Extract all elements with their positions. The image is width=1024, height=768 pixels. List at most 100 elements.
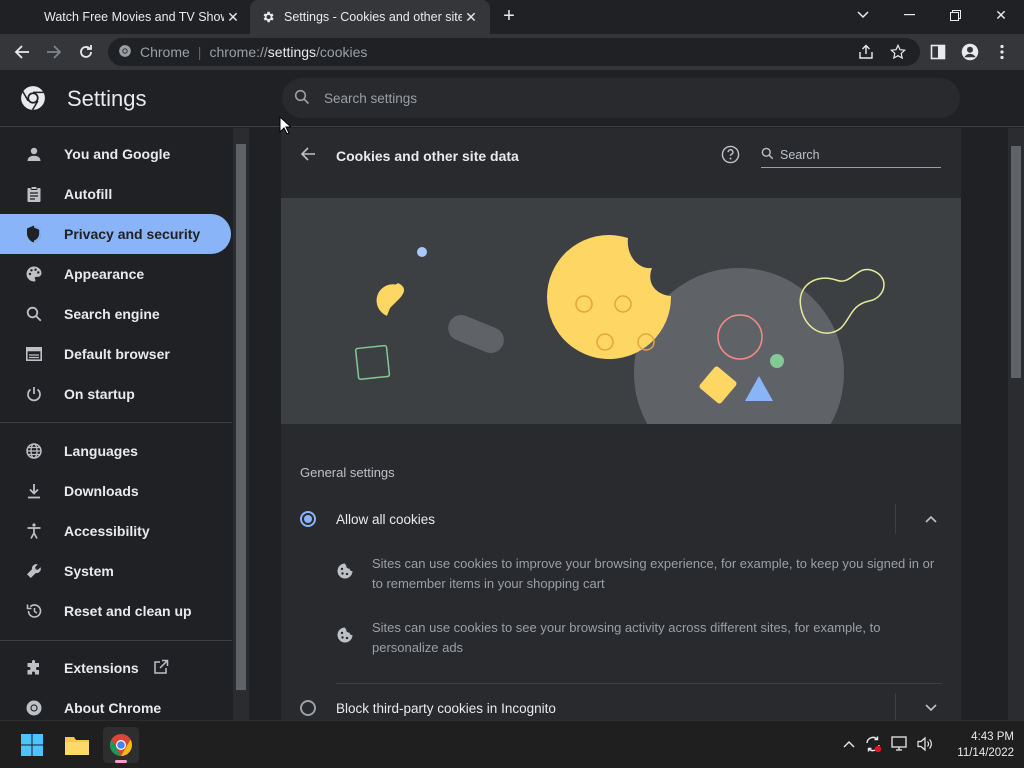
accessibility-icon <box>24 521 44 541</box>
allow-all-cookies-option[interactable]: Allow all cookies <box>300 507 942 531</box>
cookies-search-input[interactable]: Search <box>761 142 941 168</box>
sidebar-item-label: On startup <box>64 386 135 402</box>
restore-window-icon[interactable] <box>932 0 978 30</box>
open-in-new-icon <box>153 659 169 678</box>
close-icon[interactable]: ✕ <box>462 9 480 26</box>
new-tab-button[interactable]: + <box>498 5 520 27</box>
general-settings-heading: General settings <box>300 465 395 480</box>
address-bar[interactable]: Chrome | chrome://settings/cookies <box>108 38 920 66</box>
sidebar-item-label: Accessibility <box>64 523 150 539</box>
settings-header: Settings Search settings <box>0 70 1024 127</box>
search-icon <box>761 147 774 163</box>
omnibox-url: chrome://settings/cookies <box>209 44 368 60</box>
back-arrow-icon[interactable] <box>300 146 316 165</box>
reload-icon[interactable] <box>72 38 100 66</box>
tray-overflow-chevron-icon[interactable] <box>838 733 860 755</box>
cookies-illustration <box>281 198 961 424</box>
sidebar-item-you-and-google[interactable]: You and Google <box>0 134 231 174</box>
chrome-logo-icon <box>20 85 46 111</box>
clock-date: 11/14/2022 <box>957 747 1014 759</box>
close-window-icon[interactable]: ✕ <box>978 0 1024 30</box>
person-icon <box>24 144 44 164</box>
sidebar-scroll-thumb[interactable] <box>236 144 246 690</box>
help-icon[interactable] <box>721 145 740 167</box>
settings-search-input[interactable]: Search settings <box>282 78 960 118</box>
sidebar-item-label: Languages <box>64 443 138 459</box>
sidebar-item-default-browser[interactable]: Default browser <box>0 334 231 374</box>
chrome-taskbar-icon[interactable] <box>103 727 139 763</box>
minimize-icon[interactable] <box>886 0 932 30</box>
cookie-icon <box>336 626 356 646</box>
option-divider <box>336 683 942 684</box>
tab-movies[interactable]: Watch Free Movies and TV Shows ✕ <box>34 0 252 34</box>
block-third-party-incognito-radio[interactable] <box>300 700 316 716</box>
close-icon[interactable]: ✕ <box>224 9 242 26</box>
profile-avatar-icon[interactable] <box>956 38 984 66</box>
expand-chevron-icon[interactable] <box>921 698 941 718</box>
bookmark-star-icon[interactable] <box>884 38 912 66</box>
tab-title: Settings - Cookies and other site data <box>284 10 462 24</box>
shield-icon <box>24 224 44 244</box>
search-placeholder: Search <box>780 147 820 162</box>
tab-title: Watch Free Movies and TV Shows <box>44 10 224 24</box>
radio-label: Block third-party cookies in Incognito <box>336 700 556 716</box>
download-icon <box>24 481 44 501</box>
forward-icon[interactable] <box>40 38 68 66</box>
tab-strip: Watch Free Movies and TV Shows ✕ Setting… <box>0 0 1024 34</box>
palette-icon <box>24 264 44 284</box>
sidebar-item-label: Autofill <box>64 186 113 202</box>
subpage-title: Cookies and other site data <box>336 148 519 164</box>
gear-icon <box>260 9 276 25</box>
sidebar-item-label: System <box>64 563 114 579</box>
cookies-settings-panel: Cookies and other site data Search Gener… <box>281 128 961 720</box>
allow-all-cookies-radio[interactable] <box>300 511 316 527</box>
back-icon[interactable] <box>8 38 36 66</box>
page-scroll-thumb[interactable] <box>1011 146 1021 378</box>
windows-taskbar: 4:43 PM 11/14/2022 <box>0 720 1024 768</box>
sidebar-item-label: Extensions <box>64 660 139 676</box>
sidebar-item-label: Privacy and security <box>64 226 201 242</box>
sidebar-item-autofill[interactable]: Autofill <box>0 174 231 214</box>
sidebar-item-label: About Chrome <box>64 700 162 716</box>
sidebar-item-label: Reset and clean up <box>64 603 192 619</box>
sidebar-item-on-startup[interactable]: On startup <box>0 374 231 414</box>
search-icon <box>294 89 310 108</box>
cookie-detail-row: Sites can use cookies to see your browsi… <box>336 618 936 658</box>
windows-start-icon[interactable] <box>14 727 50 763</box>
wrench-icon <box>24 561 44 581</box>
chrome-icon <box>24 698 44 718</box>
volume-icon[interactable] <box>914 733 936 755</box>
share-icon[interactable] <box>852 38 880 66</box>
collapse-chevron-icon[interactable] <box>921 509 941 529</box>
power-icon <box>24 384 44 404</box>
search-icon <box>24 304 44 324</box>
sync-alert-icon[interactable] <box>862 733 884 755</box>
subpage-header: Cookies and other site data Search <box>281 128 961 198</box>
block-third-party-incognito-option[interactable]: Block third-party cookies in Incognito <box>300 696 942 720</box>
file-explorer-icon[interactable] <box>59 727 95 763</box>
sidebar-item-privacy-and-security[interactable]: Privacy and security <box>0 214 231 254</box>
omnibox-scheme-label: Chrome <box>140 44 190 60</box>
chrome-icon <box>118 44 132 61</box>
kebab-menu-icon[interactable] <box>988 38 1016 66</box>
sidebar-item-appearance[interactable]: Appearance <box>0 254 231 294</box>
clock-time: 4:43 PM <box>971 731 1014 743</box>
sidebar-item-downloads[interactable]: Downloads <box>0 471 231 511</box>
browser-toolbar: Chrome | chrome://settings/cookies <box>0 34 1024 70</box>
sidebar-item-extensions[interactable]: Extensions <box>0 648 231 688</box>
system-clock[interactable]: 4:43 PM 11/14/2022 <box>938 729 1014 761</box>
browser-icon <box>24 344 44 364</box>
network-icon[interactable] <box>889 733 911 755</box>
cookie-detail-text: Sites can use cookies to improve your br… <box>372 556 935 591</box>
sidebar-item-search-engine[interactable]: Search engine <box>0 294 231 334</box>
sidebar-item-reset-and-clean-up[interactable]: Reset and clean up <box>0 591 231 631</box>
tab-search-chevron-icon[interactable] <box>840 0 886 30</box>
sidebar-item-languages[interactable]: Languages <box>0 431 231 471</box>
page-title: Settings <box>67 86 147 111</box>
cookie-detail-text: Sites can use cookies to see your browsi… <box>372 620 881 655</box>
sidebar-item-system[interactable]: System <box>0 551 231 591</box>
clipboard-icon <box>24 184 44 204</box>
tab-settings[interactable]: Settings - Cookies and other site data ✕ <box>250 0 490 34</box>
sidebar-item-accessibility[interactable]: Accessibility <box>0 511 231 551</box>
side-panel-icon[interactable] <box>924 38 952 66</box>
